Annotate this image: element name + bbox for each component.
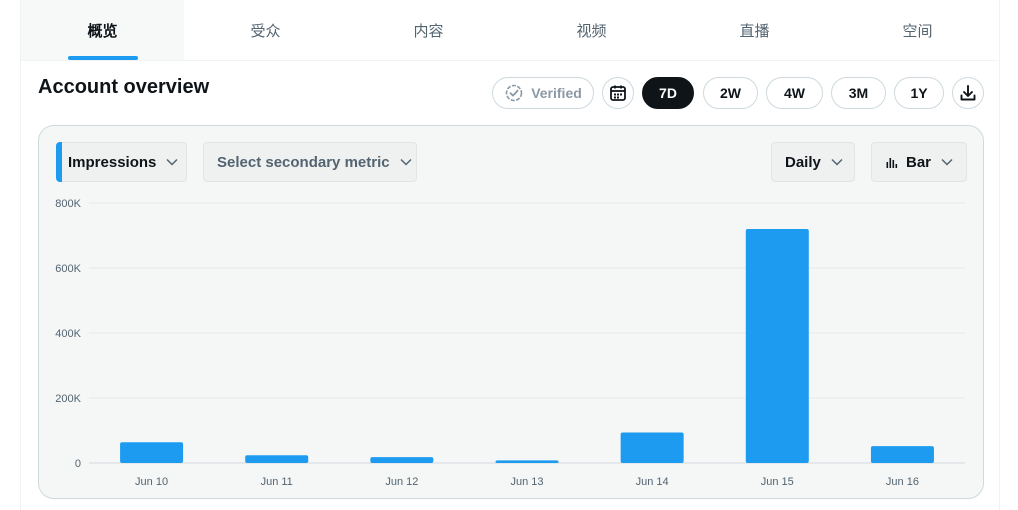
range-label: 4W	[784, 85, 805, 101]
secondary-metric-placeholder: Select secondary metric	[217, 153, 390, 171]
verified-label: Verified	[531, 85, 582, 101]
range-4w-button[interactable]: 4W	[766, 77, 823, 109]
calendar-button[interactable]	[602, 77, 634, 109]
tab-label: 受众	[250, 21, 281, 40]
tab-label: 概览	[87, 21, 118, 40]
range-label: 1Y	[910, 85, 928, 101]
page-title: Account overview	[38, 76, 210, 98]
chevron-down-icon	[166, 158, 178, 166]
metric-color-indicator	[56, 142, 62, 182]
chart-type-dropdown[interactable]: Bar	[871, 142, 967, 182]
calendar-icon	[610, 85, 626, 101]
chevron-down-icon	[831, 158, 843, 166]
range-label: 3M	[848, 85, 869, 101]
range-label: 7D	[659, 85, 677, 101]
tab-label: 视频	[576, 21, 607, 40]
tab-bar: 概览 受众 内容 视频 直播 空间	[21, 0, 999, 61]
chart-type-label: Bar	[906, 153, 932, 171]
primary-metric-dropdown[interactable]: Impressions	[56, 142, 187, 182]
primary-metric-label: Impressions	[68, 153, 157, 171]
range-7d-button[interactable]: 7D	[642, 77, 694, 109]
range-label: 2W	[720, 85, 741, 101]
granularity-dropdown[interactable]: Daily	[771, 142, 855, 182]
tab-label: 内容	[413, 21, 444, 40]
chevron-down-icon	[400, 158, 412, 166]
tab-overview[interactable]: 概览	[21, 0, 184, 60]
chevron-down-icon	[941, 158, 953, 166]
active-tab-indicator	[67, 56, 138, 60]
download-button[interactable]	[952, 77, 984, 109]
tab-label: 直播	[739, 21, 770, 40]
tab-video[interactable]: 视频	[510, 0, 673, 60]
secondary-metric-dropdown[interactable]: Select secondary metric	[203, 142, 417, 182]
verified-badge-icon	[505, 84, 523, 102]
bar-chart-icon	[886, 158, 898, 168]
tab-spaces[interactable]: 空间	[836, 0, 999, 60]
range-3m-button[interactable]: 3M	[831, 77, 886, 109]
tab-content[interactable]: 内容	[347, 0, 510, 60]
tab-audience[interactable]: 受众	[184, 0, 347, 60]
granularity-label: Daily	[785, 153, 821, 171]
tab-label: 空间	[902, 21, 933, 40]
range-2w-button[interactable]: 2W	[703, 77, 758, 109]
verified-filter-button[interactable]: Verified	[492, 77, 594, 109]
tab-live[interactable]: 直播	[673, 0, 836, 60]
range-1y-button[interactable]: 1Y	[894, 77, 944, 109]
download-icon	[960, 85, 976, 101]
